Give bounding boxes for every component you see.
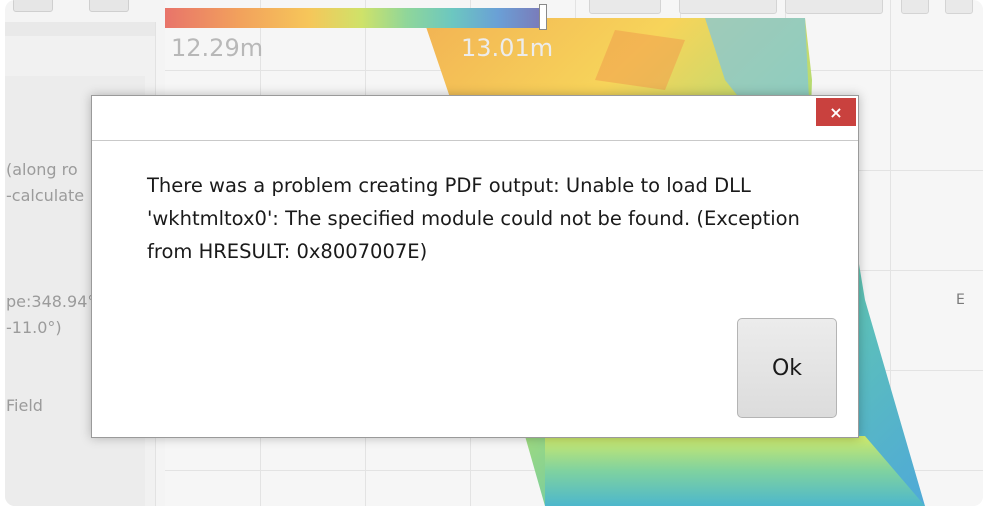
colorbar-max-label: 13.01m (461, 34, 554, 62)
map-tool-button[interactable] (901, 0, 929, 14)
ok-button-label: Ok (771, 355, 803, 381)
map-tool-button[interactable] (589, 0, 661, 14)
panel-text-slope: pe:348.94° (6, 292, 96, 311)
toolbar-button[interactable] (89, 0, 129, 12)
compass-east-label: E (956, 292, 965, 308)
panel-text-field: Field (6, 396, 43, 415)
panel-text-angle: -11.0°) (6, 318, 62, 337)
colorbar-min-label: 12.29m (171, 34, 264, 62)
panel-text-along-row: (along ro (6, 160, 78, 179)
colorbar (165, 8, 543, 28)
error-message: There was a problem creating PDF output:… (147, 174, 800, 263)
colorbar-handle[interactable] (539, 4, 547, 30)
close-icon: × (829, 102, 843, 122)
error-dialog: × There was a problem creating PDF outpu… (91, 95, 859, 438)
close-button[interactable]: × (816, 98, 856, 126)
map-tool-button[interactable] (785, 0, 883, 14)
toolbar-button[interactable] (13, 0, 53, 12)
map-tool-button[interactable] (945, 0, 973, 14)
panel-text-calculate: -calculate (6, 186, 85, 205)
panel-header-band (5, 22, 155, 36)
map-tool-button[interactable] (679, 0, 777, 14)
ok-button[interactable]: Ok (737, 318, 837, 418)
dialog-titlebar: × (92, 96, 858, 141)
